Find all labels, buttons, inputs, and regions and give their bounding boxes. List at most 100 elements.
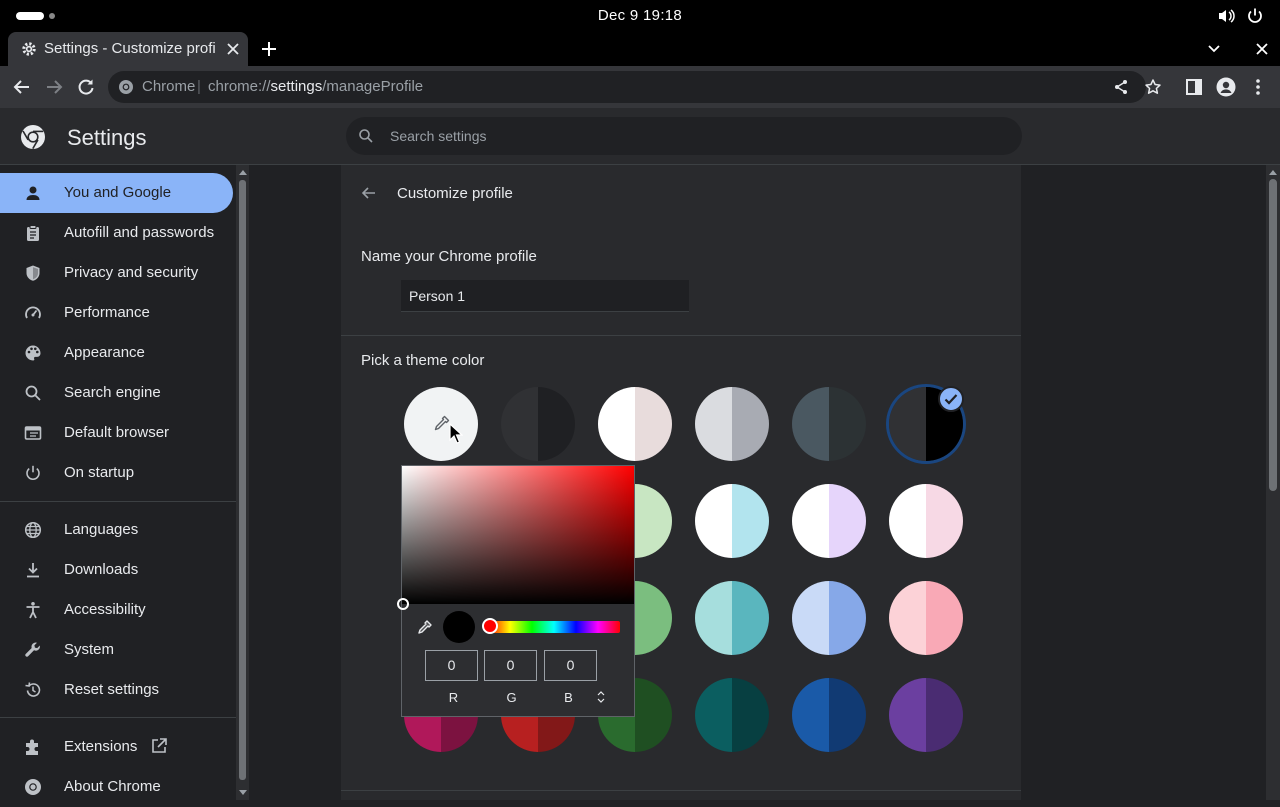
theme-color-swatch[interactable]: [889, 581, 963, 655]
sidebar-scrollbar[interactable]: [236, 165, 249, 800]
swatch-right-half: [635, 387, 672, 461]
sidebar-item-accessibility[interactable]: Accessibility: [0, 590, 233, 630]
theme-color-swatch[interactable]: [695, 678, 769, 752]
sidebar-item-label: Performance: [64, 304, 150, 321]
saturation-handle[interactable]: [397, 598, 409, 610]
swatch-right-half: [829, 387, 866, 461]
sidebar-item-downloads[interactable]: Downloads: [0, 550, 233, 590]
sidebar-item-label: About Chrome: [64, 778, 161, 795]
sidebar-item-languages[interactable]: Languages: [0, 510, 233, 550]
sidebar-item-label: Downloads: [64, 561, 139, 578]
theme-color-swatch[interactable]: [695, 581, 769, 655]
swatch-right-half: [829, 484, 866, 558]
new-tab-icon[interactable]: [260, 40, 278, 58]
red-value-field[interactable]: 0: [425, 650, 478, 681]
omnibox[interactable]: Chrome | chrome://settings/manageProfile: [108, 71, 1161, 103]
sidebar-item-default-browser[interactable]: Default browser: [0, 413, 233, 453]
scrollbar-thumb[interactable]: [239, 180, 246, 780]
url-path: /manageProfile: [322, 78, 424, 95]
theme-color-swatch[interactable]: [695, 387, 769, 461]
back-arrow-icon[interactable]: [360, 184, 378, 202]
green-value-field[interactable]: 0: [484, 650, 537, 681]
sidebar-item-system[interactable]: System: [0, 630, 233, 670]
theme-color-swatch[interactable]: [792, 581, 866, 655]
scrollbar-thumb[interactable]: [1269, 179, 1277, 491]
red-label: R: [448, 690, 459, 705]
swatch-right-half: [635, 484, 672, 558]
window-close-icon[interactable]: [1253, 40, 1271, 58]
volume-icon[interactable]: [1217, 7, 1235, 25]
search-icon: [25, 385, 41, 401]
sidebar-item-on-startup[interactable]: On startup: [0, 453, 233, 493]
eyedropper-icon: [434, 415, 450, 431]
scroll-up-arrow[interactable]: [239, 170, 247, 175]
wrench-icon: [25, 642, 40, 657]
swatch-right-half: [635, 678, 672, 752]
close-icon[interactable]: [224, 40, 242, 58]
sidebar-item-label: Reset settings: [64, 681, 160, 698]
system-clock[interactable]: Dec 9 19:18: [0, 7, 1280, 24]
omnibox-url[interactable]: chrome://settings/manageProfile: [208, 78, 423, 95]
settings-header: Settings: [0, 108, 1280, 165]
bookmark-star-icon[interactable]: [1144, 78, 1162, 96]
tab-strip: Settings - Customize profile: [0, 32, 1280, 66]
theme-color-swatch[interactable]: [598, 387, 672, 461]
swatch-left-half: [695, 387, 732, 461]
search-input[interactable]: [390, 126, 990, 146]
tab-title: Settings - Customize profile: [44, 40, 216, 57]
share-icon[interactable]: [1112, 78, 1130, 96]
profile-name-input[interactable]: [401, 280, 689, 312]
saturation-value-area[interactable]: [402, 466, 634, 604]
theme-color-swatch[interactable]: [889, 484, 963, 558]
custom-color-swatch[interactable]: [404, 387, 478, 461]
scroll-down-arrow[interactable]: [239, 790, 247, 795]
sidebar-item-reset[interactable]: Reset settings: [0, 670, 233, 710]
gauge-icon: [25, 306, 41, 319]
theme-color-swatch[interactable]: [792, 387, 866, 461]
external-link-icon: [152, 738, 167, 753]
more-menu-icon[interactable]: [1248, 77, 1268, 97]
theme-color-swatch[interactable]: [501, 387, 575, 461]
sidebar-item-autofill[interactable]: Autofill and passwords: [0, 213, 233, 253]
back-icon[interactable]: [12, 77, 32, 97]
sidebar-item-about-chrome[interactable]: About Chrome: [0, 767, 233, 807]
search-box[interactable]: [346, 117, 1022, 155]
chevron-down-icon[interactable]: [1205, 40, 1223, 58]
url-host: settings: [270, 78, 323, 95]
theme-color-swatch[interactable]: [792, 484, 866, 558]
theme-color-swatch[interactable]: [889, 678, 963, 752]
swatch-left-half: [889, 387, 926, 461]
swatch-left-half: [792, 484, 829, 558]
puzzle-icon: [26, 739, 38, 755]
sidebar-item-label: Appearance: [64, 344, 145, 361]
tab-settings[interactable]: Settings - Customize profile: [8, 32, 248, 66]
sidebar-item-you-and-google[interactable]: You and Google: [0, 173, 233, 213]
forward-icon[interactable]: [44, 77, 64, 97]
sidebar-item-privacy[interactable]: Privacy and security: [0, 253, 233, 293]
profile-avatar-icon[interactable]: [1216, 77, 1236, 97]
color-picker-popup: 0 0 0 R G B: [397, 465, 635, 717]
format-toggle-icon[interactable]: [596, 690, 606, 704]
sidebar-item-extensions[interactable]: Extensions: [0, 727, 233, 767]
side-panel-icon[interactable]: [1184, 77, 1204, 97]
hue-slider[interactable]: [488, 621, 620, 633]
eyedropper-icon[interactable]: [415, 619, 433, 637]
page-scrollbar[interactable]: [1266, 165, 1280, 800]
blue-label: B: [564, 690, 573, 705]
hue-slider-handle[interactable]: [482, 618, 498, 634]
theme-color-swatch[interactable]: [695, 484, 769, 558]
power-icon[interactable]: [1246, 7, 1264, 25]
sidebar-item-performance[interactable]: Performance: [0, 293, 233, 333]
reload-icon[interactable]: [76, 77, 96, 97]
sidebar-divider: [0, 501, 236, 502]
system-top-bar: Dec 9 19:18: [0, 0, 1280, 32]
sidebar-item-search-engine[interactable]: Search engine: [0, 373, 233, 413]
power-icon: [26, 465, 40, 480]
sidebar-item-label: Autofill and passwords: [64, 224, 215, 241]
blue-value-field[interactable]: 0: [544, 650, 597, 681]
browser-toolbar: Chrome | chrome://settings/manageProfile: [0, 66, 1280, 108]
accessibility-icon: [26, 602, 40, 619]
scroll-up-arrow[interactable]: [1269, 170, 1277, 175]
theme-color-swatch[interactable]: [792, 678, 866, 752]
sidebar-item-appearance[interactable]: Appearance: [0, 333, 233, 373]
